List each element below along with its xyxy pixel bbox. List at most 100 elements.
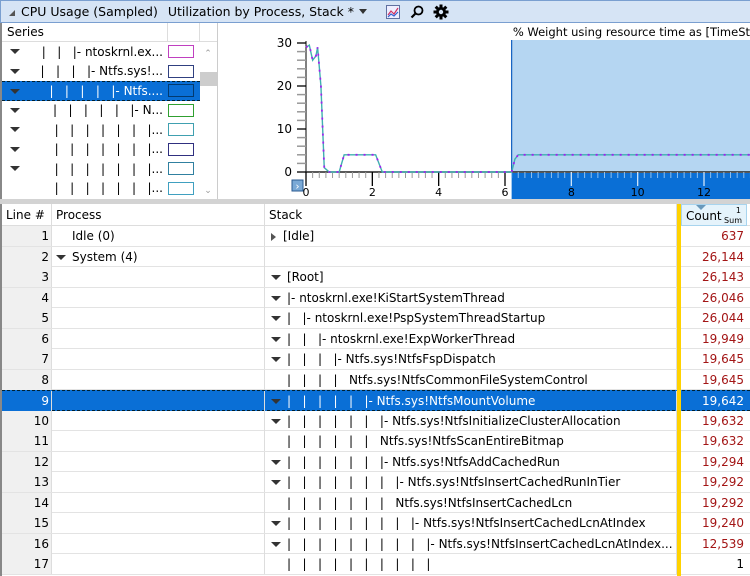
table-row[interactable]: 2 System (4) 26,144 xyxy=(2,246,750,267)
cell-stack[interactable]: | | | | | | | | | | xyxy=(265,554,677,574)
chevron-down-icon[interactable] xyxy=(358,9,367,14)
cell-process[interactable] xyxy=(52,287,265,308)
gear-icon[interactable] xyxy=(433,4,449,20)
expand-chevron-icon[interactable] xyxy=(271,357,281,362)
column-header-process[interactable]: Process xyxy=(52,204,265,226)
cell-process[interactable] xyxy=(52,451,265,472)
pivot-column-divider[interactable] xyxy=(677,204,681,576)
column-header-count[interactable]: Count 1 Sum xyxy=(681,204,747,226)
cell-process[interactable] xyxy=(52,369,265,390)
series-color-swatch[interactable] xyxy=(168,45,194,59)
series-row[interactable]: | | | |- Ntfs.sys!... xyxy=(2,62,200,82)
cell-process[interactable] xyxy=(52,391,265,411)
cell-stack[interactable]: |- ntoskrnl.exe!KiStartSystemThread xyxy=(265,287,677,308)
table-row[interactable]: 4 |- ntoskrnl.exe!KiStartSystemThread 26,0… xyxy=(2,287,750,308)
table-row[interactable]: 1 Idle (0) [Idle] 637 xyxy=(2,226,750,247)
cell-stack[interactable]: | |- ntoskrnl.exe!PspSystemThreadStartup xyxy=(265,308,677,328)
expand-chevron-icon[interactable] xyxy=(271,295,281,301)
expand-chevron-icon[interactable] xyxy=(271,418,281,424)
cell-process[interactable] xyxy=(52,431,265,451)
expand-chevron-icon[interactable] xyxy=(271,480,281,485)
table-row[interactable]: 10 | | | | | | |- Ntfs.sys!NtfsInitialize… xyxy=(2,410,750,431)
cell-process[interactable] xyxy=(52,410,265,431)
search-icon[interactable] xyxy=(409,4,425,20)
expand-chevron-icon[interactable] xyxy=(10,127,20,132)
cell-process[interactable] xyxy=(52,533,265,554)
expand-chevron-icon[interactable] xyxy=(10,166,20,171)
cell-process[interactable] xyxy=(52,472,265,492)
table-row[interactable]: 6 | | |- ntoskrnl.exe!ExpWorkerThread 19,9… xyxy=(2,328,750,349)
cell-stack[interactable]: | | | |- Ntfs.sys!NtfsFspDispatch xyxy=(265,349,677,369)
series-color-swatch[interactable] xyxy=(168,64,194,78)
chevron-right-icon[interactable]: › xyxy=(296,182,300,193)
cell-process[interactable] xyxy=(52,513,265,533)
column-header-line[interactable]: Line # xyxy=(2,204,52,226)
cell-stack[interactable]: | | | | | |- Ntfs.sys!NtfsMountVolume xyxy=(265,391,677,411)
table-row[interactable]: 15 | | | | | | | | |- Ntfs.sys!NtfsInsert… xyxy=(2,513,750,534)
cell-stack[interactable]: | | | | | | | Ntfs.sys!NtfsInsertCachedL… xyxy=(265,492,677,513)
table-row[interactable]: 13 | | | | | | | |- Ntfs.sys!NtfsInsertCa… xyxy=(2,472,750,493)
table-row[interactable]: 3 [Root] 26,143 xyxy=(2,267,750,288)
table-row[interactable]: 7 | | | |- Ntfs.sys!NtfsFspDispatch 19,645 xyxy=(2,349,750,370)
expand-chevron-icon[interactable] xyxy=(271,541,281,547)
expand-chevron-icon[interactable] xyxy=(271,336,281,342)
expand-chevron-icon[interactable] xyxy=(271,399,281,404)
series-scrollbar[interactable]: ⌃ ⌄ xyxy=(200,42,217,199)
cell-stack[interactable]: | | |- ntoskrnl.exe!ExpWorkerThread xyxy=(265,328,677,349)
table-row[interactable]: 8 | | | | Ntfs.sys!NtfsCommonFileSystemCo… xyxy=(2,369,750,390)
series-row[interactable]: | | | | |- Ntfs.... xyxy=(2,81,200,101)
table-row[interactable]: 14 | | | | | | | Ntfs.sys!NtfsInsertCache… xyxy=(2,492,750,513)
cpu-usage-chart[interactable]: 0 10 20 30 0 2 4 6 8 10 12 › % Weight using resourc… xyxy=(220,23,750,199)
cell-stack[interactable]: | | | | Ntfs.sys!NtfsCommonFileSystemCon… xyxy=(265,369,677,390)
series-row[interactable]: | | | | | |- N... xyxy=(2,101,200,121)
column-header-stack[interactable]: Stack xyxy=(265,204,677,226)
cell-process[interactable]: System (4) xyxy=(52,246,265,267)
cell-stack[interactable] xyxy=(265,246,677,267)
table-row[interactable]: 5 | |- ntoskrnl.exe!PspSystemThreadStartu… xyxy=(2,308,750,329)
cell-process[interactable] xyxy=(52,328,265,349)
expand-chevron-icon[interactable] xyxy=(10,146,20,152)
series-color-swatch[interactable] xyxy=(168,123,194,137)
series-row[interactable]: | | | | | | |... xyxy=(2,120,200,140)
cell-stack[interactable]: | | | | | | Ntfs.sys!NtfsScanEntireBitma… xyxy=(265,431,677,451)
series-row[interactable]: | | | | | | |... xyxy=(2,159,200,179)
expand-right-icon[interactable] xyxy=(271,232,276,241)
cell-process[interactable] xyxy=(52,308,265,328)
expand-chevron-icon[interactable] xyxy=(56,254,66,260)
cell-stack[interactable]: | | | | | | | |- Ntfs.sys!NtfsInsertCach… xyxy=(265,472,677,492)
expand-chevron-icon[interactable] xyxy=(271,521,281,526)
series-color-swatch[interactable] xyxy=(168,103,194,117)
series-color-swatch[interactable] xyxy=(168,142,194,156)
cell-process[interactable] xyxy=(52,349,265,369)
table-row[interactable]: 17 | | | | | | | | | | 1 xyxy=(2,554,750,575)
cell-process[interactable]: Idle (0) xyxy=(52,226,265,246)
cell-stack[interactable]: | | | | | | | | |- Ntfs.sys!NtfsInsertCa… xyxy=(265,513,677,533)
selection-region[interactable] xyxy=(511,40,750,172)
expand-chevron-icon[interactable] xyxy=(10,68,20,74)
cell-stack[interactable]: | | | | | | |- Ntfs.sys!NtfsInitializeCl… xyxy=(265,410,677,431)
expand-chevron-icon[interactable] xyxy=(271,275,281,280)
chart-canvas[interactable]: 0 10 20 30 0 2 4 6 8 10 12 › xyxy=(220,23,750,199)
expand-chevron-icon[interactable] xyxy=(271,459,281,465)
series-column-header[interactable]: Series xyxy=(2,23,168,41)
cell-stack[interactable]: [Idle] xyxy=(265,226,677,246)
cell-process[interactable] xyxy=(52,554,265,574)
scroll-down-icon[interactable]: ⌄ xyxy=(204,187,212,196)
expand-chevron-icon[interactable] xyxy=(10,107,20,113)
cell-stack[interactable]: | | | | | | |- Ntfs.sys!NtfsAddCachedRun xyxy=(265,451,677,472)
expand-chevron-icon[interactable] xyxy=(271,316,281,321)
table-row[interactable]: 11 | | | | | | Ntfs.sys!NtfsScanEntireBit… xyxy=(2,431,750,452)
series-color-swatch[interactable] xyxy=(168,181,194,195)
cell-stack[interactable]: [Root] xyxy=(265,267,677,287)
series-color-swatch[interactable] xyxy=(168,84,194,98)
series-row[interactable]: | | |- ntoskrnl.ex... xyxy=(2,42,200,62)
table-row[interactable]: 16 | | | | | | | | | |- Ntfs.sys!NtfsInse… xyxy=(2,533,750,554)
graph-view-icon[interactable] xyxy=(385,4,401,20)
table-row[interactable]: 12 | | | | | | |- Ntfs.sys!NtfsAddCachedR… xyxy=(2,451,750,472)
table-row[interactable]: 9 | | | | | |- Ntfs.sys!NtfsMountVolume 19… xyxy=(2,390,750,411)
expand-chevron-icon[interactable] xyxy=(10,49,20,54)
series-row[interactable]: | | | | | | |... xyxy=(2,140,200,160)
scroll-up-icon[interactable]: ⌃ xyxy=(204,50,212,59)
expand-chevron-icon[interactable] xyxy=(10,89,20,94)
preset-selector[interactable]: Utilization by Process, Stack * xyxy=(168,4,354,19)
